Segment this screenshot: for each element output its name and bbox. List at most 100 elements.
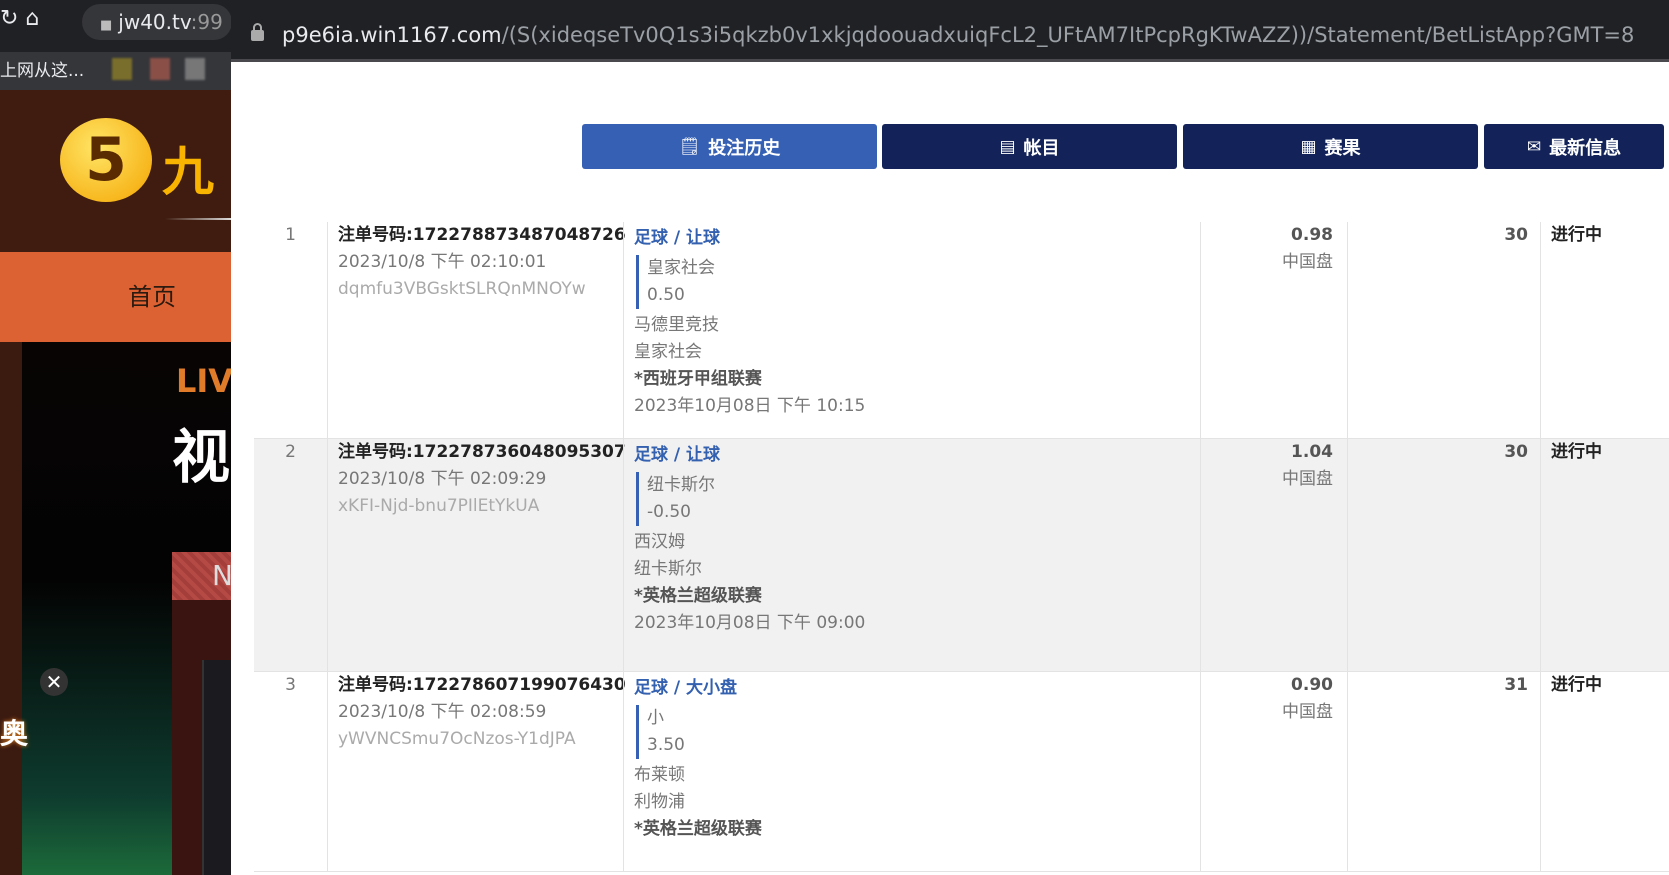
odds-type: 中国盘	[1282, 702, 1333, 722]
bookmarks-bar: 上网从这...	[0, 52, 240, 90]
selection: 小	[647, 708, 664, 728]
row-index: 3	[285, 675, 296, 695]
odds: 0.90	[1291, 675, 1333, 695]
stake: 31	[1504, 675, 1528, 695]
status-badge: 进行中	[1551, 225, 1602, 245]
odds-cell: 0.98 中国盘	[1200, 222, 1347, 438]
bet-ref: xKFI-Njd-bnu7PIlEtYkUA	[338, 496, 540, 516]
odds-type: 中国盘	[1282, 252, 1333, 272]
ticket-cell: 注单号码:172278873487048726 2023/10/8 下午 02:1…	[327, 222, 626, 438]
bet-time: 2023/10/8 下午 02:10:01	[338, 252, 547, 272]
home-team: 西汉姆	[634, 532, 685, 552]
bet-type: 足球 / 让球	[634, 445, 721, 465]
stake: 30	[1504, 225, 1528, 245]
selection-cell: 足球 / 让球 皇家社会 0.50 马德里竞技 皇家社会 *西班牙甲组联赛 2023年10月…	[623, 222, 1200, 438]
bet-list: 1 注单号码:172278873487048726 2023/10/8 下午 02…	[254, 222, 1669, 872]
popup-window: p9e6ia.win1167.com/(S(xideqseTv0Q1s3i5qk…	[231, 0, 1669, 875]
match-time: 2023年10月08日 下午 09:00	[634, 613, 866, 633]
stake-cell: 31	[1347, 672, 1540, 871]
away-team: 纽卡斯尔	[634, 559, 702, 579]
handicap: 0.50	[647, 285, 685, 305]
background-page: ↻ ⌂ ■ jw40.tv:99 上网从这... 5 九 首页 LIV 视 N 奥…	[0, 0, 240, 875]
reload-home-icons[interactable]: ↻ ⌂	[0, 6, 39, 31]
close-icon[interactable]: ✕	[40, 668, 68, 696]
video-label: 视	[172, 423, 231, 491]
odds-type: 中国盘	[1282, 469, 1333, 489]
badge: N	[172, 552, 233, 600]
selection: 皇家社会	[647, 258, 715, 278]
ticket-number: 注单号码:172278873487048726	[338, 225, 626, 245]
site-header: 5 九	[0, 90, 240, 252]
site-logo-text: 九	[162, 143, 215, 203]
bookmark-item[interactable]: 上网从这...	[0, 61, 84, 81]
address-bar[interactable]: p9e6ia.win1167.com/(S(xideqseTv0Q1s3i5qk…	[231, 0, 1669, 62]
tab-results[interactable]: ▦ 赛果	[1183, 124, 1478, 169]
match-time: 2023年10月08日 下午 10:15	[634, 396, 866, 416]
site-logo[interactable]: 5	[60, 118, 152, 202]
odds-cell: 1.04 中国盘	[1200, 439, 1347, 671]
away-team: 利物浦	[634, 792, 685, 812]
results-icon: ▦	[1300, 136, 1317, 157]
background-browser-toolbar: ↻ ⌂ ■ jw40.tv:99	[0, 0, 240, 52]
live-label: LIV	[176, 362, 234, 400]
row-index-cell: 2	[254, 439, 327, 671]
stake-cell: 30	[1347, 439, 1540, 671]
bet-time: 2023/10/8 下午 02:09:29	[338, 469, 547, 489]
lock-icon	[251, 23, 264, 41]
bet-row: 1 注单号码:172278873487048726 2023/10/8 下午 02…	[254, 222, 1669, 439]
odds: 1.04	[1291, 442, 1333, 462]
handicap: 3.50	[647, 735, 685, 755]
banner-side	[0, 342, 22, 875]
stake: 30	[1504, 442, 1528, 462]
handicap: -0.50	[647, 502, 691, 522]
selection-block: 皇家社会 0.50	[636, 255, 1200, 309]
bookmark-favicon[interactable]	[112, 58, 132, 80]
tab-news[interactable]: ✉ 最新信息	[1484, 124, 1664, 169]
status-cell: 进行中	[1540, 672, 1669, 871]
bet-ref: yWVNCSmu7OcNzos-Y1dJPA	[338, 729, 576, 749]
ticket-number: 注单号码:172278607199076430	[338, 675, 626, 695]
league: *西班牙甲组联赛	[634, 369, 762, 389]
status-badge: 进行中	[1551, 675, 1602, 695]
stake-cell: 30	[1347, 222, 1540, 438]
row-index-cell: 3	[254, 672, 327, 871]
status-cell: 进行中	[1540, 222, 1669, 438]
lock-icon: ■	[100, 18, 113, 33]
away-team: 皇家社会	[634, 342, 702, 362]
row-index: 1	[285, 225, 296, 245]
league: *英格兰超级联赛	[634, 586, 762, 606]
ticket-cell: 注单号码:172278736048095307 2023/10/8 下午 02:0…	[327, 439, 626, 671]
mail-icon: ✉	[1526, 136, 1542, 157]
bet-time: 2023/10/8 下午 02:08:59	[338, 702, 547, 722]
selection: 纽卡斯尔	[647, 475, 715, 495]
selection-cell: 足球 / 让球 纽卡斯尔 -0.50 西汉姆 纽卡斯尔 *英格兰超级联赛 2023年10月0…	[623, 439, 1200, 671]
video-box	[202, 660, 232, 875]
bet-row: 3 注单号码:172278607199076430 2023/10/8 下午 02…	[254, 672, 1669, 872]
bet-ref: dqmfu3VBGsktSLRQnMNOYw	[338, 279, 586, 299]
odds: 0.98	[1291, 225, 1333, 245]
home-team: 布莱顿	[634, 765, 685, 785]
ledger-icon: ▤	[999, 136, 1016, 157]
bet-type: 足球 / 让球	[634, 228, 721, 248]
bet-type: 足球 / 大小盘	[634, 678, 738, 698]
selection-block: 纽卡斯尔 -0.50	[636, 472, 1200, 526]
status-cell: 进行中	[1540, 439, 1669, 671]
odds-cell: 0.90 中国盘	[1200, 672, 1347, 871]
selection-block: 小 3.50	[636, 705, 1200, 759]
league: *英格兰超级联赛	[634, 819, 762, 839]
divider	[165, 218, 231, 220]
home-team: 马德里竞技	[634, 315, 719, 335]
bookmark-favicon[interactable]	[185, 58, 205, 80]
clipboard-icon: 🗒	[678, 136, 701, 157]
tab-bet-history[interactable]: 🗒 投注历史	[582, 124, 877, 169]
bet-row: 2 注单号码:172278736048095307 2023/10/8 下午 02…	[254, 439, 1669, 672]
selection-cell: 足球 / 大小盘小 3.50 布莱顿利物浦 *英格兰超级联赛	[623, 672, 1200, 871]
tab-account[interactable]: ▤ 帐目	[882, 124, 1177, 169]
promo-text: 奥	[0, 717, 29, 750]
nav-home[interactable]: 首页	[0, 252, 240, 342]
row-index: 2	[285, 442, 296, 462]
background-address-bar[interactable]: ■ jw40.tv:99	[82, 4, 232, 40]
ticket-number: 注单号码:172278736048095307	[338, 442, 626, 462]
bookmark-favicon[interactable]	[150, 58, 170, 80]
status-badge: 进行中	[1551, 442, 1602, 462]
